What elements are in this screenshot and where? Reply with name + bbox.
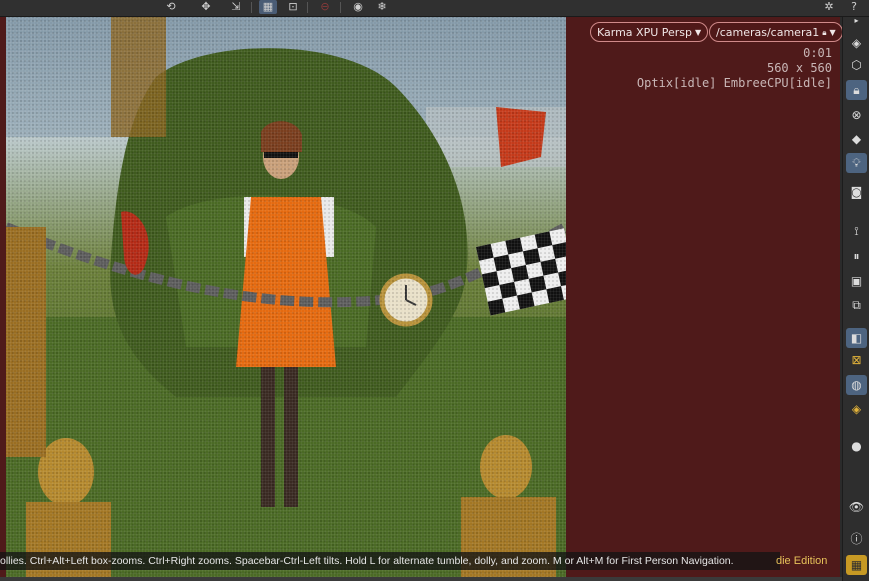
expand-arrow-icon[interactable]: ▸ [846,17,867,25]
render-resolution: 560 x 560 [766,61,832,75]
display-options-icon[interactable]: ◈ [846,33,867,53]
help-icon[interactable]: ? [845,0,863,14]
toolbar-divider [307,2,308,13]
camera-menu[interactable]: /cameras/camera1 🔒︎ ▼ [709,22,843,42]
render-time: 0:01 [803,46,832,60]
lock-small-icon: 🔒︎ [822,28,827,37]
shading-ball-icon[interactable]: ● [846,436,867,456]
dropdown-caret-icon: ▼ [829,28,836,37]
edition-label: die Edition [776,555,828,567]
dolly-icon[interactable]: ⇲ [227,0,245,14]
viewport[interactable]: Karma XPU Persp ▼ /cameras/camera1 🔒︎ ▼ 0:0… [0,17,843,577]
guide-icon[interactable]: ⊠ [846,350,867,370]
ghost-icon[interactable]: ⬡ [846,55,867,75]
dropdown-caret-icon: ▼ [695,28,702,37]
render-image [6,17,566,577]
camera-label: /cameras/camera1 [716,26,820,39]
pause-icon[interactable]: ⏸︎ [846,246,867,266]
stop-icon[interactable]: ⊖ [316,0,334,14]
flipbook-icon[interactable]: ◉ [349,0,367,14]
renderer-menu[interactable]: Karma XPU Persp ▼ [590,22,709,42]
render-settings-icon[interactable]: ▣ [846,271,867,291]
render-info-panel: Karma XPU Persp ▼ /cameras/camera1 🔒︎ ▼ 0:0… [566,17,843,577]
info-icon[interactable]: ⓘ [846,529,867,549]
lock-icon[interactable]: 🔒︎ [846,80,867,100]
renderer-label: Karma XPU Persp [597,26,693,39]
viewer-state-icon[interactable]: ◍ [846,375,867,395]
track-icon[interactable]: ✥ [197,0,215,14]
visibility-eye-icon[interactable]: 👁︎ [846,497,867,517]
render-noise-overlay [6,17,566,577]
layout-grid-icon[interactable]: ▦ [846,555,867,575]
xray-icon[interactable]: ⊗ [846,105,867,125]
background-icon[interactable]: ⟟ [846,221,867,241]
material-icon[interactable]: ◧ [846,328,867,348]
lop-icon[interactable]: ⧉ [846,295,867,315]
toolbar-divider [251,2,252,13]
select-mode-icon[interactable]: ▦ [259,0,277,14]
snapping-icon[interactable]: ◈ [846,399,867,419]
toolbar-divider [340,2,341,13]
tumble-icon[interactable]: ⟲ [162,0,180,14]
navigation-hint-bar: ollies. Ctrl+Alt+Left box-zooms. Ctrl+Ri… [0,552,780,570]
zoom-region-icon[interactable]: ⊡ [284,0,302,14]
bottom-divider [0,577,842,581]
viewport-side-toolbar: ▸ ◈ ⬡ 🔒︎ ⊗ ◆ 💡︎ ◙ ⟟ ⏸︎ ▣ ⧉ ◧ ⊠ ◍ ◈ ● 👁︎ … [842,17,869,581]
engine-status: Optix[idle] EmbreeCPU[idle] [636,76,832,90]
camera-icon[interactable]: ◙ [846,182,867,202]
light-bulb-icon[interactable]: 💡︎ [846,153,867,173]
headlight-icon[interactable]: ◆ [846,129,867,149]
top-toolbar: ⟲ ✥ ⇲ ▦ ⊡ ⊖ ◉ ❄ ✲ ? [0,0,869,17]
gear-icon[interactable]: ✲ [820,0,838,14]
snapshot-icon[interactable]: ❄ [373,0,391,14]
